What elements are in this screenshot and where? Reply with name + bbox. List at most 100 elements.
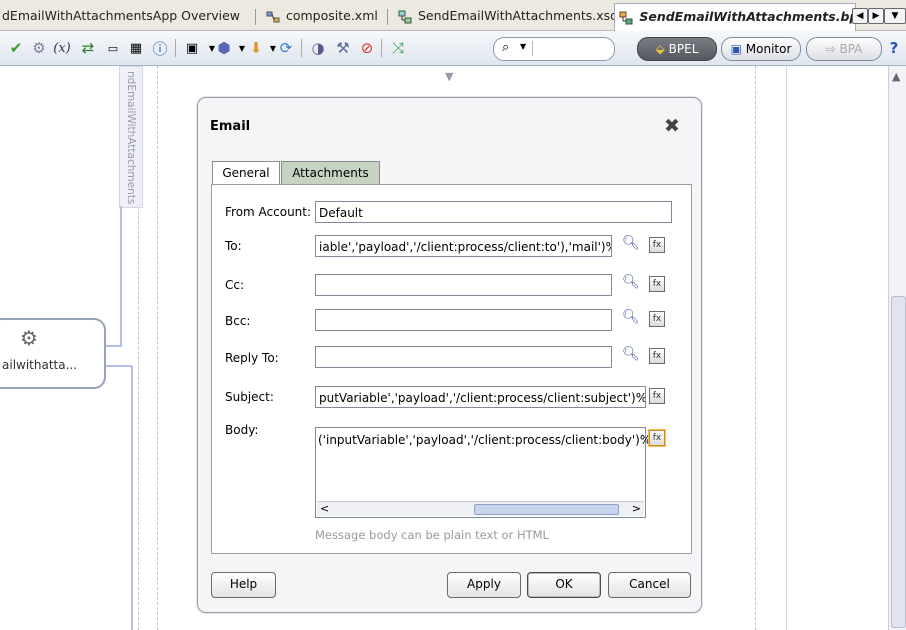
toolbar-separator bbox=[381, 39, 382, 57]
scroll-up-icon[interactable]: ▲ bbox=[892, 70, 900, 83]
tab-bpel[interactable]: SendEmailWithAttachments.bp bbox=[614, 3, 856, 31]
from-account-field[interactable]: Default bbox=[315, 201, 672, 223]
bpel-icon: ⬙ bbox=[655, 42, 669, 56]
cc-label: Cc: bbox=[225, 278, 245, 292]
cancel-button[interactable]: Cancel bbox=[608, 572, 691, 598]
body-text: ('inputVariable','payload','/client:proc… bbox=[318, 433, 662, 447]
tab-attachments[interactable]: Attachments bbox=[281, 161, 380, 185]
tab-composite[interactable]: composite.xml bbox=[255, 5, 378, 27]
bcc-field[interactable] bbox=[315, 309, 612, 331]
search-divider bbox=[532, 41, 533, 56]
email-activity-node[interactable]: ⚙ ailwithatta... bbox=[0, 318, 106, 389]
scrollbar-thumb[interactable] bbox=[891, 296, 906, 628]
email-activity-label: ailwithatta... bbox=[2, 358, 78, 372]
monitor-icon: ▣ bbox=[730, 42, 746, 56]
bpel-icon bbox=[619, 11, 633, 24]
bcc-label: Bcc: bbox=[225, 314, 251, 328]
correlation-icon[interactable]: ▭ bbox=[103, 38, 123, 58]
bpa-icon: ⇨ bbox=[825, 42, 840, 56]
tab-general[interactable]: General bbox=[212, 161, 280, 185]
toolbar-separator bbox=[301, 39, 302, 57]
partner-link-icon[interactable]: ⇄ bbox=[78, 38, 98, 58]
tab-list-icon[interactable]: ▼ bbox=[884, 8, 906, 24]
search-box[interactable]: ⌕ ▼ bbox=[493, 37, 615, 61]
apply-button[interactable]: Apply bbox=[447, 572, 521, 598]
expression-builder-icon[interactable]: fx bbox=[649, 348, 665, 364]
expression-builder-icon[interactable]: fx bbox=[649, 276, 665, 292]
tab-label: composite.xml bbox=[285, 8, 378, 23]
help-button[interactable]: Help bbox=[211, 572, 276, 598]
expression-builder-icon[interactable]: fx bbox=[649, 388, 665, 404]
search-icon[interactable]: 🔍︎ bbox=[622, 346, 640, 362]
close-icon[interactable]: ✖ bbox=[664, 115, 680, 137]
connector-bottom bbox=[131, 366, 133, 630]
body-label: Body: bbox=[225, 423, 259, 437]
scroll-right-icon[interactable]: > bbox=[632, 502, 641, 515]
partner-link-lane: ndEmailWithAttachments bbox=[119, 66, 143, 208]
subject-label: Subject: bbox=[225, 390, 274, 404]
canvas-down-arrow-icon: ▼ bbox=[445, 70, 454, 83]
subject-field[interactable]: putVariable','payload','/client:process/… bbox=[315, 386, 646, 408]
zoom-icon[interactable]: ◑ bbox=[308, 38, 328, 58]
search-icon[interactable]: 🔍︎ bbox=[622, 235, 640, 251]
tab-separator bbox=[255, 8, 256, 25]
flow-icon[interactable]: ⤨ bbox=[388, 38, 408, 58]
tab-label: SendEmailWithAttachments.xsd bbox=[417, 8, 619, 23]
bpel-mode-label: BPEL bbox=[668, 42, 699, 56]
connector-return bbox=[104, 365, 132, 367]
tab-label: SendEmailWithAttachments.bp bbox=[639, 9, 856, 24]
help-icon[interactable]: ? bbox=[884, 38, 904, 58]
editor-tab-bar: dEmailWithAttachmentsApp Overview compos… bbox=[0, 0, 906, 31]
schema-icon bbox=[398, 10, 412, 23]
validate-icon[interactable]: ✔ bbox=[6, 38, 26, 58]
from-account-label: From Account: bbox=[225, 205, 312, 219]
tab-scroll-right-icon[interactable]: ▶ bbox=[868, 8, 884, 24]
horizontal-scrollbar[interactable]: < > bbox=[317, 501, 644, 516]
ok-button[interactable]: OK bbox=[527, 572, 601, 598]
gear-icon: ⚙ bbox=[20, 326, 38, 350]
refresh-icon[interactable]: ⟳ bbox=[276, 38, 296, 58]
publish-icon[interactable]: ⬢ bbox=[214, 38, 234, 58]
binoculars-icon[interactable]: ⌕ bbox=[502, 40, 509, 55]
scrollbar-thumb[interactable] bbox=[474, 504, 619, 515]
tab-xsd[interactable]: SendEmailWithAttachments.xsd bbox=[387, 5, 618, 27]
body-textarea[interactable]: ('inputVariable','payload','/client:proc… bbox=[315, 427, 661, 518]
tab-overview[interactable]: dEmailWithAttachmentsApp Overview bbox=[2, 5, 240, 27]
reply-to-field[interactable] bbox=[315, 346, 612, 368]
to-label: To: bbox=[225, 239, 242, 253]
properties-icon[interactable]: ▦ bbox=[126, 38, 146, 58]
debug-icon[interactable]: ⊘ bbox=[357, 38, 377, 58]
bpa-mode-button[interactable]: ⇨ BPA bbox=[806, 37, 882, 61]
expression-builder-icon[interactable]: fx bbox=[649, 430, 665, 446]
scroll-left-icon[interactable]: < bbox=[320, 502, 329, 515]
reply-to-label: Reply To: bbox=[225, 351, 279, 365]
search-icon[interactable]: 🔍︎ bbox=[622, 274, 640, 290]
search-dropdown-icon[interactable]: ▼ bbox=[520, 42, 526, 51]
monitor-mode-button[interactable]: ▣ Monitor bbox=[721, 37, 801, 61]
lane-divider bbox=[157, 66, 158, 630]
general-tab-panel: From Account: Default To: iable','payloa… bbox=[211, 184, 692, 554]
expression-builder-icon[interactable]: fx bbox=[649, 311, 665, 327]
email-dialog: Email ✖ General Attachments From Account… bbox=[197, 97, 702, 613]
lane-divider bbox=[755, 66, 756, 630]
cc-field[interactable] bbox=[315, 274, 612, 296]
info-icon[interactable]: ⓘ bbox=[150, 38, 170, 58]
variables-icon[interactable]: (x) bbox=[50, 38, 74, 58]
tab-scroll-left-icon[interactable]: ◀ bbox=[852, 8, 868, 24]
search-icon[interactable]: 🔍︎ bbox=[622, 309, 640, 325]
bpel-toolbar: ✔ ⚙ (x) ⇄ ▭ ▦ ⓘ ▣ ▼ ⬢ ▼ ⬇ ▼ ⟳ ◑ ⚒ ⊘ ⤨ ⌕ … bbox=[0, 31, 906, 66]
transform-icon[interactable]: ⚒ bbox=[333, 38, 353, 58]
bpel-mode-button[interactable]: ⬙ BPEL bbox=[637, 37, 717, 61]
to-field[interactable]: iable','payload','/client:process/client… bbox=[315, 235, 612, 257]
lane-label: ndEmailWithAttachments bbox=[125, 71, 137, 205]
sensor-icon[interactable]: ▣ bbox=[182, 38, 202, 58]
settings-gear-icon[interactable]: ⚙ bbox=[29, 38, 49, 58]
monitor-mode-label: Monitor bbox=[745, 42, 792, 56]
right-side-panel bbox=[786, 66, 891, 630]
expression-builder-icon[interactable]: fx bbox=[649, 237, 665, 253]
tab-label: dEmailWithAttachmentsApp Overview bbox=[2, 8, 241, 23]
toolbar-separator bbox=[175, 39, 176, 57]
vertical-scrollbar[interactable]: ▲ bbox=[888, 66, 906, 630]
connector-link bbox=[104, 345, 122, 347]
tab-separator bbox=[387, 8, 388, 25]
